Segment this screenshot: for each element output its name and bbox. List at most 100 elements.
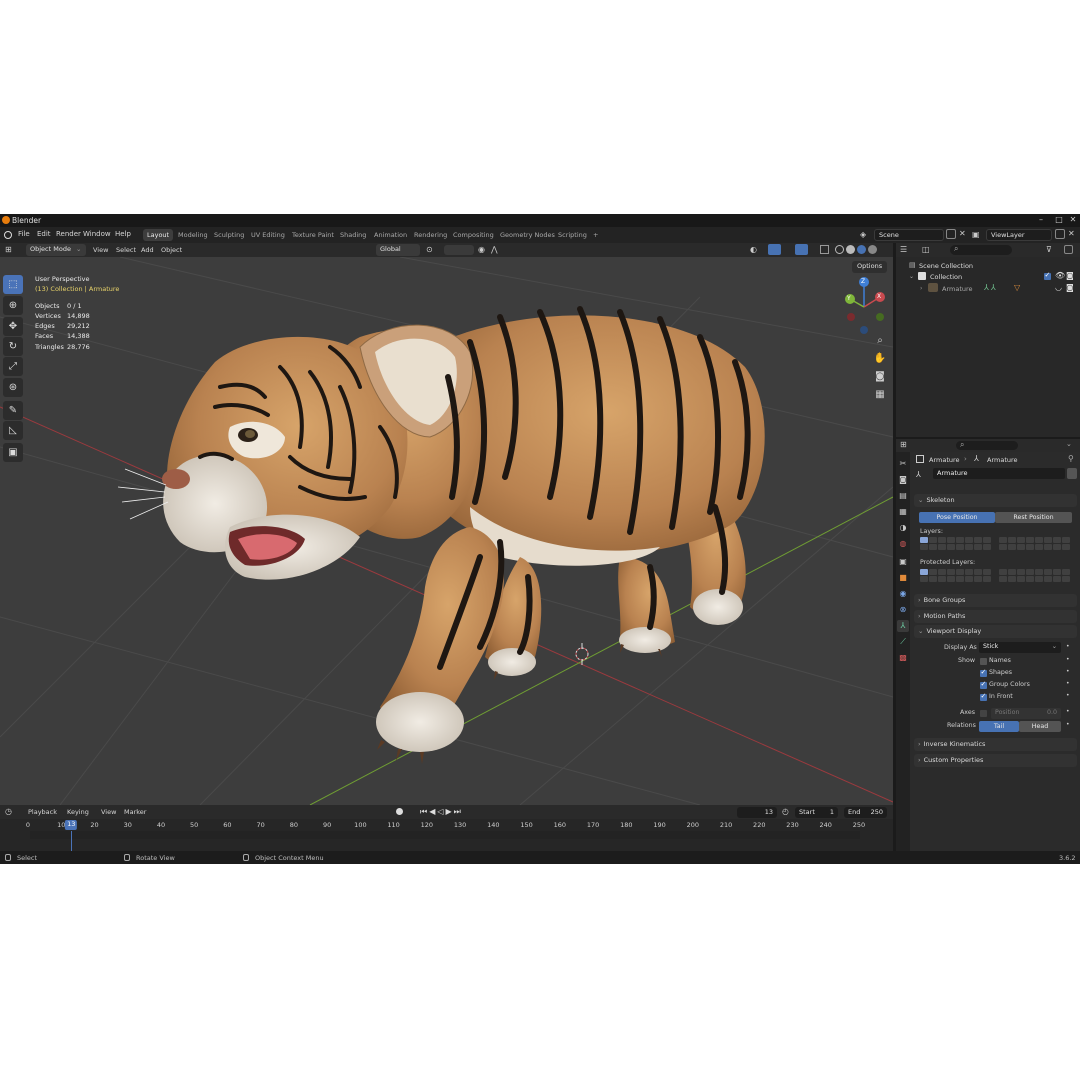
visibility-icon[interactable]: ◐ [750, 245, 757, 254]
tab-sculpting[interactable]: Sculpting [210, 229, 248, 241]
relations-head-button[interactable]: Head [1019, 721, 1061, 732]
camera-view-icon[interactable]: ◙ [871, 369, 889, 385]
physics-tab-icon[interactable]: ◉ [897, 588, 909, 600]
viewport-menu-view[interactable]: View [93, 246, 108, 254]
armature-data-icon[interactable]: ⅄ [916, 470, 921, 479]
new-view-layer-icon[interactable] [1055, 229, 1065, 239]
editor-type-icon[interactable]: ⊞ [5, 245, 12, 254]
armature-camera-icon[interactable]: ◙ [1066, 283, 1074, 292]
axes-position-field[interactable]: Position 0.0 [991, 708, 1061, 719]
armature-data-name-field[interactable]: Armature [933, 468, 1065, 479]
proportional-edit-icon[interactable]: ◉ [478, 245, 485, 254]
viewport-display-panel-header[interactable]: ⌄ Viewport Display [914, 625, 1077, 638]
view-layer-selector[interactable]: ViewLayer [986, 229, 1052, 241]
names-checkbox[interactable] [980, 658, 987, 665]
timeline-menu-marker[interactable]: Marker [124, 808, 146, 816]
minimize-button[interactable]: – [1032, 215, 1050, 226]
bone-groups-panel-header[interactable]: › Bone Groups [914, 594, 1077, 607]
transform-orientation-dropdown[interactable]: Global [376, 244, 420, 256]
record-icon[interactable] [396, 808, 403, 815]
camera-icon[interactable]: ◙ [1066, 271, 1074, 280]
keyframe-dot-icon[interactable]: • [1066, 692, 1070, 699]
xray-toggle-icon[interactable] [820, 245, 829, 254]
properties-editor-icon[interactable]: ⊞ [900, 440, 907, 449]
menu-edit[interactable]: Edit [37, 230, 51, 238]
navigation-gizmo[interactable] [845, 277, 885, 334]
new-collection-icon[interactable] [1064, 245, 1073, 254]
scene-collection-label[interactable]: Scene Collection [919, 262, 973, 270]
delete-scene-icon[interactable]: ✕ [959, 229, 966, 238]
timeline-menu-keying[interactable]: Keying [67, 808, 89, 816]
armature-label[interactable]: Armature [942, 285, 973, 293]
viewport-menu-object[interactable]: Object [161, 246, 182, 254]
layers-grid-left[interactable] [920, 537, 991, 550]
custom-properties-panel-header[interactable]: › Custom Properties [914, 754, 1077, 767]
world-tab-icon[interactable]: ◍ [897, 538, 909, 550]
end-frame-field[interactable]: End 250 [844, 807, 887, 818]
current-frame-field[interactable]: 13 [737, 807, 777, 818]
new-scene-icon[interactable] [946, 229, 956, 239]
scale-tool-icon[interactable]: ⤢ [3, 357, 23, 376]
select-box-tool-icon[interactable]: ⬚ [3, 275, 23, 294]
keyframe-dot-icon[interactable]: • [1066, 656, 1070, 663]
collection-label[interactable]: Collection [930, 273, 962, 281]
pose-position-button[interactable]: Pose Position [919, 512, 995, 523]
keyframe-dot-icon[interactable]: • [1066, 680, 1070, 687]
properties-search-input[interactable] [956, 441, 1018, 450]
start-frame-field[interactable]: Start 1 [795, 807, 838, 818]
timeline-editor-icon[interactable]: ◷ [5, 807, 12, 816]
properties-options-icon[interactable]: ⌄ [1066, 440, 1072, 448]
view-layer-tab-icon[interactable]: ▦ [897, 506, 909, 518]
fake-user-icon[interactable] [1067, 468, 1077, 479]
render-tab-icon[interactable]: ◙ [897, 474, 909, 486]
relations-tail-button[interactable]: Tail [979, 721, 1019, 732]
falloff-icon[interactable]: ⋀ [491, 245, 498, 254]
snap-toggle[interactable] [444, 245, 474, 255]
pivot-point-icon[interactable]: ⊙ [426, 245, 433, 254]
protected-layers-grid-left[interactable] [920, 569, 991, 582]
group-colors-checkbox[interactable] [980, 680, 987, 689]
collection-tab-icon[interactable]: ▣ [897, 556, 909, 568]
collection-exclude-checkbox[interactable] [1044, 271, 1051, 280]
tab-animation[interactable]: Animation [370, 229, 411, 241]
overlays-toggle-icon[interactable] [795, 244, 808, 255]
tab-texture-paint[interactable]: Texture Paint [288, 229, 338, 241]
display-mode-icon[interactable]: ◫ [922, 245, 930, 254]
layers-grid-right[interactable] [999, 537, 1070, 550]
display-as-dropdown[interactable]: Stick ⌄ [979, 642, 1061, 653]
scene-tab-icon[interactable]: ◑ [897, 522, 909, 534]
in-front-checkbox[interactable] [980, 692, 987, 701]
pan-hand-icon[interactable]: ✋ [871, 351, 889, 367]
ortho-grid-icon[interactable]: ▦ [871, 387, 889, 403]
viewport-menu-add[interactable]: Add [141, 246, 154, 254]
scene-selector[interactable]: Scene [874, 229, 944, 241]
zoom-icon[interactable]: ⌕ [871, 333, 889, 349]
pin-icon[interactable]: ⚲ [1068, 454, 1074, 463]
skeleton-panel-header[interactable]: ⌄ Skeleton [914, 494, 1077, 507]
gizmo-toggle-icon[interactable] [768, 244, 781, 255]
menu-window[interactable]: Window [83, 230, 111, 238]
menu-render[interactable]: Render [56, 230, 81, 238]
wireframe-shading-icon[interactable] [835, 245, 844, 254]
tab-geometry-nodes[interactable]: Geometry Nodes [496, 229, 559, 241]
object-tab-icon[interactable]: ■ [897, 572, 909, 584]
outliner-search-input[interactable] [950, 245, 1012, 255]
keyframe-dot-icon[interactable]: • [1066, 708, 1070, 715]
bone-tab-icon[interactable]: ⟋ [897, 636, 909, 648]
rendered-shading-icon[interactable] [868, 245, 877, 254]
measure-tool-icon[interactable]: ◺ [3, 421, 23, 440]
transform-tool-icon[interactable]: ⊛ [3, 378, 23, 397]
timeline-menu-view[interactable]: View [101, 808, 116, 816]
horizontal-splitter[interactable] [896, 437, 1080, 439]
close-button[interactable]: ✕ [1064, 215, 1080, 226]
collection-expand-icon[interactable]: ⌄ [909, 273, 914, 280]
constraints-tab-icon[interactable]: ⊗ [897, 604, 909, 616]
tab-modeling[interactable]: Modeling [174, 229, 212, 241]
solid-shading-icon[interactable] [846, 245, 855, 254]
tool-tab-icon[interactable]: ✂ [897, 458, 909, 470]
annotate-tool-icon[interactable]: ✎ [3, 401, 23, 420]
tab-rendering[interactable]: Rendering [410, 229, 451, 241]
eye-icon[interactable]: 👁 [1055, 271, 1065, 280]
options-dropdown[interactable]: Options [852, 261, 888, 273]
timeline-ruler[interactable]: 0 10 20 30 40 50 60 70 80 90 100 110 120 130 140 150 160… [0, 819, 893, 831]
